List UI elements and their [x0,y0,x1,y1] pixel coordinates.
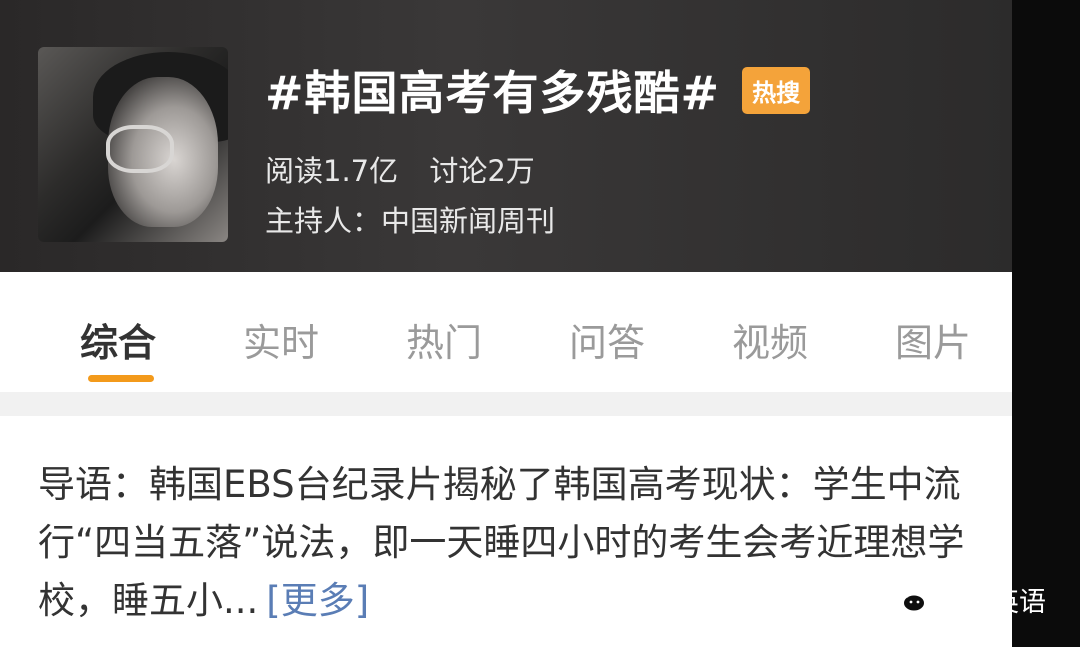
active-tab-indicator [88,375,154,382]
tab-bar: 综合 实时 热门 问答 视频 图片 [0,272,1012,392]
intro-text: 导语：韩国EBS台纪录片揭秘了韩国高考现状：学生中流行“四当五落”说法，即一天睡… [38,456,973,630]
topic-header: #韩国高考有多残酷# 热搜 阅读1.7亿 讨论2万 主持人：中国新闻周刊 [0,0,1012,272]
weibo-topic-screen: #韩国高考有多残酷# 热搜 阅读1.7亿 讨论2万 主持人：中国新闻周刊 综合 … [0,0,1012,647]
discussion-count: 讨论2万 [429,154,535,188]
avatar-glasses [106,125,174,173]
watermark-text: 毒舌英语 [938,587,1046,618]
topic-avatar[interactable] [38,47,228,242]
intro-section: 导语：韩国EBS台纪录片揭秘了韩国高考现状：学生中流行“四当五落”说法，即一天睡… [0,416,1012,647]
watermark: 毒舌英语 [888,580,1046,619]
tab-hot[interactable]: 热门 [406,312,482,367]
hot-search-badge: 热搜 [742,66,811,114]
tab-comprehensive[interactable]: 综合 [80,312,156,367]
topic-stats: 阅读1.7亿 讨论2万 [265,148,557,190]
read-count: 阅读1.7亿 [265,154,399,188]
right-black-bar [1012,0,1080,647]
intro-body: 导语：韩国EBS台纪录片揭秘了韩国高考现状：学生中流行“四当五落”说法，即一天睡… [38,463,965,622]
tab-images[interactable]: 图片 [895,312,971,367]
more-link[interactable]: [更多] [266,579,369,622]
tab-video[interactable]: 视频 [732,312,808,367]
section-divider [0,392,1012,416]
topic-title: #韩国高考有多残酷# [265,66,721,120]
tab-qa[interactable]: 问答 [569,312,645,367]
topic-host[interactable]: 主持人：中国新闻周刊 [265,198,555,240]
tab-realtime[interactable]: 实时 [243,312,319,367]
wechat-icon [889,586,926,612]
title-row: #韩国高考有多残酷# 热搜 [265,54,811,126]
